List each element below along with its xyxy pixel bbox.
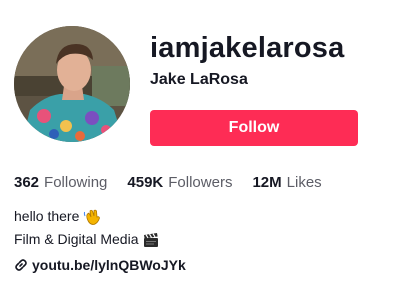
- bio: hello there Film & Digital Media: [14, 205, 160, 251]
- following-count: 362: [14, 174, 40, 191]
- followers-count: 459K: [127, 174, 164, 191]
- likes-label: Likes: [286, 174, 322, 191]
- following-label: Following: [44, 174, 108, 191]
- followers-label: Followers: [168, 174, 233, 191]
- stat-following[interactable]: 362 Following: [14, 173, 107, 193]
- stat-likes: 12M Likes: [252, 173, 321, 193]
- follow-button[interactable]: Follow: [150, 110, 358, 146]
- profile-stats: 362 Following 459K Followers 12M Likes: [14, 173, 322, 193]
- profile-link-text: youtu.be/lylnQBWoJYk: [32, 257, 186, 273]
- username: iamjakelarosa: [150, 32, 345, 64]
- waving-hand-icon: [83, 208, 101, 226]
- likes-count: 12M: [252, 174, 282, 191]
- bio-text-1: hello there: [14, 208, 80, 224]
- stat-followers[interactable]: 459K Followers: [127, 173, 232, 193]
- link-icon: [14, 258, 28, 272]
- display-name: Jake LaRosa: [150, 71, 248, 88]
- profile-link[interactable]: youtu.be/lylnQBWoJYk: [14, 257, 186, 273]
- bio-text-2: Film & Digital Media: [14, 231, 139, 247]
- bio-line-2: Film & Digital Media: [14, 228, 160, 251]
- clapper-board-icon: [142, 231, 160, 249]
- avatar[interactable]: [14, 26, 130, 142]
- bio-line-1: hello there: [14, 205, 160, 228]
